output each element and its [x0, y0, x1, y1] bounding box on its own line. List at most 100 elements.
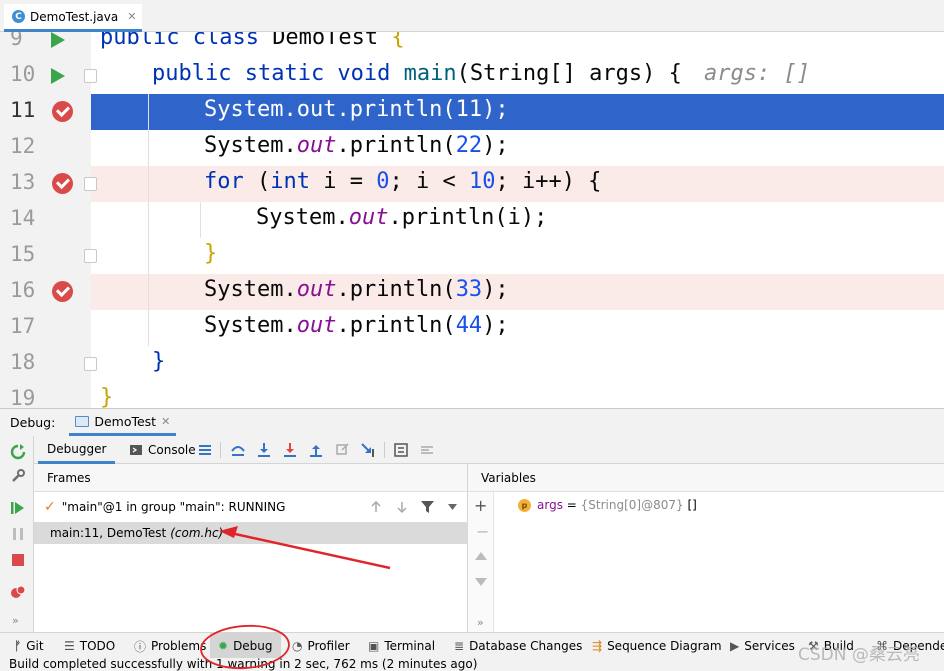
breakpoint-icon[interactable]: [52, 101, 73, 122]
tab-console[interactable]: Console: [124, 436, 202, 464]
tool-git-label: Git: [26, 639, 44, 653]
arrow-down-icon[interactable]: [396, 501, 408, 513]
watermark: CSDN @桑云亮: [798, 645, 920, 665]
step-over-icon[interactable]: [231, 443, 245, 457]
line-number: 19: [10, 386, 36, 408]
evaluate-expression-icon[interactable]: [394, 443, 408, 457]
frame-method: main:11, DemoTest: [50, 526, 167, 540]
breakpoint-icon[interactable]: [52, 281, 73, 302]
toolbar-separator: [384, 442, 385, 458]
variables-side-toolbar: + − »: [468, 492, 494, 632]
line-number: 16: [10, 278, 36, 302]
tool-terminal[interactable]: ▣ Terminal: [368, 633, 435, 659]
move-up-icon[interactable]: [475, 552, 487, 560]
monitor-icon: [75, 415, 90, 427]
tool-debug[interactable]: ✹ Debug: [210, 633, 281, 659]
code-text: }: [204, 241, 218, 266]
fold-icon[interactable]: [84, 177, 97, 191]
code-line: 15 }: [0, 238, 944, 274]
line-number: 17: [10, 314, 36, 338]
fold-icon[interactable]: [84, 69, 97, 83]
sequence-icon: ⇶: [592, 639, 603, 653]
tab-console-label: Console: [148, 443, 196, 457]
run-icon[interactable]: [51, 32, 65, 48]
tool-profiler[interactable]: ◔ Profiler: [292, 633, 350, 659]
more-icon[interactable]: »: [477, 616, 484, 629]
frames-header: Frames: [34, 464, 467, 492]
line-number: 14: [10, 206, 36, 230]
code-text: public static void main(String[] args) {: [152, 61, 682, 86]
stack-frame-row[interactable]: main:11, DemoTest (com.hc): [34, 522, 468, 544]
chevron-down-icon[interactable]: [448, 504, 457, 510]
variable-row-args[interactable]: p args = {String[0]@807} []: [518, 494, 697, 516]
frame-package: (com.hc): [170, 526, 224, 540]
close-icon[interactable]: ✕: [127, 10, 136, 23]
code-text: System.out.println(i);: [256, 205, 548, 230]
tool-services[interactable]: ▶ Services: [730, 633, 795, 659]
code-text: System.out.println(11);: [204, 97, 509, 122]
session-tab-label: DemoTest: [94, 413, 157, 429]
view-breakpoints-icon[interactable]: [10, 584, 26, 600]
code-line: 14 System.out.println(i);: [0, 202, 944, 238]
tab-debugger-label: Debugger: [47, 441, 107, 456]
tool-git[interactable]: ᚠ Git: [14, 633, 44, 659]
debug-subtabs: Debugger Console: [34, 436, 944, 464]
move-down-icon[interactable]: [475, 578, 487, 586]
code-line: 17 System.out.println(44);: [0, 310, 944, 346]
list-icon: ☰: [64, 639, 75, 653]
tool-problems-label: Problems: [151, 639, 207, 653]
bug-icon: ✹: [218, 639, 229, 653]
editor-tab-title: DemoTest.java: [30, 9, 119, 24]
tool-problems[interactable]: ⓘ Problems: [134, 633, 206, 659]
add-watch-icon[interactable]: +: [474, 496, 487, 515]
tab-debugger[interactable]: Debugger: [38, 436, 116, 464]
line-number: 15: [10, 242, 36, 266]
menu-icon[interactable]: [198, 443, 212, 457]
close-icon[interactable]: ✕: [161, 415, 170, 428]
pause-icon[interactable]: [10, 526, 26, 542]
arrow-up-icon[interactable]: [370, 501, 382, 513]
breakpoint-icon[interactable]: [52, 173, 73, 194]
terminal-icon: ▣: [368, 639, 380, 653]
code-text: }: [100, 385, 114, 408]
tool-profiler-label: Profiler: [307, 639, 350, 653]
editor-tab-demotest[interactable]: C DemoTest.java ✕: [4, 4, 143, 32]
code-line: 18 }: [0, 346, 944, 382]
filter-icon[interactable]: [421, 501, 434, 513]
parameter-icon: p: [518, 498, 531, 512]
tool-sequence-diagram[interactable]: ⇶ Sequence Diagram: [592, 633, 722, 659]
rerun-icon[interactable]: [10, 444, 26, 460]
force-step-into-icon[interactable]: [283, 443, 297, 457]
line-number: 11: [10, 98, 36, 122]
breakpoint-line: 13 for (int i = 0; i < 10; i++) {: [0, 166, 944, 202]
tool-database-changes[interactable]: ≣ Database Changes: [454, 633, 582, 659]
stop-icon[interactable]: [10, 552, 26, 568]
run-icon[interactable]: [51, 68, 65, 84]
trace-icon[interactable]: [420, 443, 434, 457]
frames-pane: Frames ✓ "main"@1 in group "main": RUNNI…: [34, 464, 468, 632]
code-text: System.out.println(22);: [204, 133, 509, 158]
fold-icon[interactable]: [84, 249, 97, 263]
database-icon: ≣: [454, 639, 465, 653]
step-out-icon[interactable]: [309, 443, 323, 457]
debug-session-tab[interactable]: DemoTest ✕: [69, 409, 177, 436]
thread-label: "main"@1 in group "main": RUNNING: [61, 500, 286, 514]
code-editor[interactable]: 9 public class DemoTest { 10 public stat…: [0, 32, 944, 408]
drop-frame-icon[interactable]: [335, 443, 349, 457]
line-number: 9: [10, 32, 23, 50]
tool-todo[interactable]: ☰ TODO: [64, 633, 115, 659]
step-into-icon[interactable]: [257, 443, 271, 457]
services-icon: ▶: [730, 639, 740, 653]
inline-hint: args: []: [704, 61, 810, 86]
more-icon[interactable]: »: [12, 614, 19, 627]
code-text: for (int i = 0; i < 10; i++) {: [204, 169, 602, 194]
thread-selector[interactable]: ✓ "main"@1 in group "main": RUNNING: [34, 494, 468, 520]
wrench-icon[interactable]: [10, 468, 26, 484]
run-to-cursor-icon[interactable]: [361, 443, 375, 457]
remove-watch-icon[interactable]: −: [476, 522, 489, 541]
resume-icon[interactable]: [10, 500, 26, 516]
fold-icon[interactable]: [84, 357, 97, 371]
current-execution-line: 11 System.out.println(11);: [0, 94, 944, 130]
tool-database-changes-label: Database Changes: [469, 639, 583, 653]
tool-todo-label: TODO: [79, 639, 116, 653]
